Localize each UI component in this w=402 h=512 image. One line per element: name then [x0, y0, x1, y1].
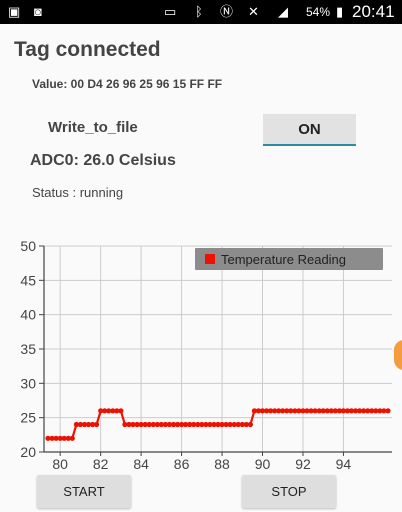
status-bar: ▣ ◙ ▭ ᛒ Ⓝ ✕ ◢ 54% ▮ 20:41 [0, 0, 402, 24]
y-tick-label: 20 [20, 444, 36, 460]
data-point [69, 435, 75, 441]
write-to-file-label: Write_to_file [48, 119, 138, 136]
data-point [247, 421, 253, 428]
mute-icon: ✕ [248, 4, 259, 19]
chart-grid [44, 245, 392, 452]
x-tick-label: 88 [214, 456, 230, 472]
y-tick-label: 50 [20, 238, 36, 254]
battery-icon: ▮ [336, 4, 344, 19]
x-tick-label: 94 [336, 456, 352, 472]
y-tick-label: 30 [20, 375, 36, 391]
page-title: Tag connected [14, 38, 161, 61]
data-point [94, 421, 100, 428]
battery-percent: 54% [306, 5, 331, 19]
x-tick-label: 84 [133, 456, 149, 472]
y-tick-label: 40 [20, 307, 36, 323]
x-tick-label: 90 [255, 456, 271, 472]
status-text: Status : running [32, 185, 124, 200]
nfc-icon: Ⓝ [220, 4, 234, 19]
write-to-file-toggle[interactable]: ON [263, 114, 356, 146]
chart-legend: Temperature Reading [195, 248, 383, 270]
chart-series [45, 408, 391, 441]
adc-reading: ADC0: 26.0 Celsius [30, 152, 176, 169]
data-point [118, 408, 124, 414]
legend-label: Temperature Reading [221, 252, 346, 267]
signal-icon: ◢ [278, 4, 288, 19]
voicemail-icon: ◙ [34, 4, 42, 19]
clock: 20:41 [352, 2, 395, 21]
x-tick-label: 80 [52, 456, 68, 472]
legend: Temperature Reading [195, 248, 383, 270]
bluetooth-icon: ᛒ [195, 4, 203, 19]
edge-drawer-handle[interactable] [394, 340, 402, 370]
stop-button[interactable]: STOP [242, 475, 336, 508]
y-tick-label: 35 [20, 341, 36, 357]
tag-value: Value: 00 D4 26 96 25 96 15 FF FF [32, 77, 223, 91]
start-button[interactable]: START [37, 475, 131, 508]
x-tick-label: 82 [93, 456, 109, 472]
legend-swatch [205, 254, 215, 264]
notification-icon: ▣ [8, 4, 21, 19]
y-tick-label: 45 [20, 272, 36, 288]
y-tick-label: 25 [20, 410, 36, 426]
temperature-chart: 20 25 30 35 40 45 50 80 82 84 86 88 90 92 94 Temperatu… [20, 238, 392, 472]
data-point [385, 408, 391, 414]
x-tick-label: 86 [174, 456, 190, 472]
cast-icon: ▭ [164, 4, 177, 19]
x-tick-label: 92 [295, 456, 311, 472]
